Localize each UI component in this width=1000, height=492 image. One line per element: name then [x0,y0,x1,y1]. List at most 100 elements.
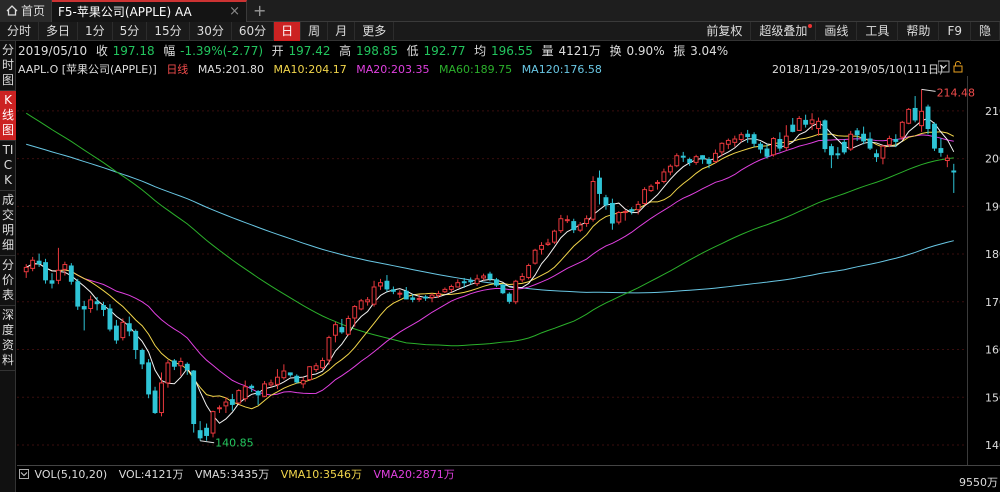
candle-body [597,177,602,194]
candle-body [906,108,912,124]
candle-body [758,143,763,150]
candle-body [352,306,358,319]
candle [577,222,583,233]
candle [642,187,648,206]
candle-body [932,123,937,149]
period-button[interactable]: 月 [328,21,356,41]
candle [326,335,332,365]
candle-body [146,362,152,395]
candle [951,163,957,193]
candle-body [938,148,944,153]
period-toolbar: 分时 多日 1分 5分 15分 30分 60分日周月更多 前复权 超级叠加 画线 工具 帮助 F9 隐 [0,21,1000,41]
candle [217,405,222,414]
candle-body [880,145,886,159]
period-button[interactable]: 60分 [232,21,275,41]
home-icon [6,5,18,16]
tool-button[interactable]: 帮助 [898,22,940,41]
period-button[interactable]: 1分 [78,21,113,41]
candle [113,319,119,344]
candle [841,139,847,155]
candle-body [165,362,171,384]
tab-stock-apple[interactable]: F5-苹果公司(APPLE) AA × [52,0,248,22]
period-button[interactable]: 日 [274,21,302,41]
candle [365,297,371,306]
candle-body [43,262,48,281]
period-button[interactable]: 分时 [0,21,40,41]
kline-chart[interactable]: 140 150 160 170 180 190 200 210 214.48 140.85 [17,76,1000,466]
candle-body [642,189,648,204]
candle-body [371,286,377,305]
candle-body [36,260,42,265]
period-button[interactable]: 周 [301,21,329,41]
candle-body [861,133,867,142]
period-button[interactable]: 5分 [113,21,148,41]
candle [494,277,499,287]
candle [88,295,94,313]
tool-button[interactable]: F9 [939,22,971,41]
ma120-label: MA120:176.58 [521,63,602,76]
min-price-label: 140.85 [215,437,254,450]
volume-value: 4121万 [558,44,601,58]
tool-button[interactable]: 工具 [857,22,899,41]
tool-button[interactable]: 超级叠加 [751,22,817,41]
candle [384,275,390,292]
candle-body [519,275,525,281]
avg-value: 196.55 [490,44,533,58]
low-label: 低 [406,44,419,58]
candle [770,137,776,157]
tool-button[interactable]: 隐 [971,22,1000,41]
left-tab[interactable]: 分价表 [0,256,16,306]
ma20-line [25,134,954,396]
period-button[interactable]: 更多 [355,21,395,41]
candle-body [384,280,390,290]
candle [448,284,454,293]
candle-body [474,278,480,285]
candle [229,393,235,411]
candle-body [577,224,583,231]
candle [828,143,834,169]
candle-body [62,264,68,270]
tool-button[interactable]: 前复权 [698,22,752,41]
period-button[interactable]: 30分 [190,21,232,41]
range-dropdown-icon[interactable] [938,60,950,73]
period-label: 日线 [166,63,189,76]
close-value: 197.18 [112,44,155,58]
add-tab-button[interactable]: + [247,0,272,22]
lock-icon[interactable] [953,61,963,73]
candle [55,247,61,285]
candle-body [951,170,957,173]
candle-body [571,221,577,231]
close-tab-icon[interactable]: × [229,4,240,19]
candle-body [358,300,364,310]
candle [713,149,718,164]
left-tab[interactable]: K线图 [0,91,16,141]
candle [938,138,944,157]
tool-button[interactable]: 画线 [816,22,858,41]
left-tab[interactable]: 成交明细 [0,191,16,256]
candle [455,279,461,288]
candle-body [281,370,287,379]
change-label: 幅 [163,44,176,58]
candle-body [313,365,319,371]
left-tab[interactable]: 分时图 [0,41,16,91]
candle [629,207,635,215]
candle-body [912,107,918,121]
volume-header: VOL(5,10,20) VOL:4121万 VMA5:3435万 VMA10:… [17,465,1000,481]
tab-bar: 首页 F5-苹果公司(APPLE) AA × + [0,0,1000,22]
candle-body [539,244,544,250]
candle-body [159,382,164,414]
left-tab[interactable]: TICK [0,141,16,191]
period-button[interactable]: 15分 [147,21,190,41]
candle [281,364,287,380]
tab-home[interactable]: 首页 [0,0,53,22]
indicator-select-icon[interactable] [19,469,29,479]
candle [944,154,950,168]
left-tab[interactable]: 深度资料 [0,306,16,371]
candle [403,286,409,300]
candle-body [487,273,493,280]
ma120-line [26,143,954,294]
candle [371,280,377,307]
avg-label: 均 [474,44,487,58]
period-button[interactable]: 多日 [39,21,79,41]
ma60-line [25,112,954,347]
